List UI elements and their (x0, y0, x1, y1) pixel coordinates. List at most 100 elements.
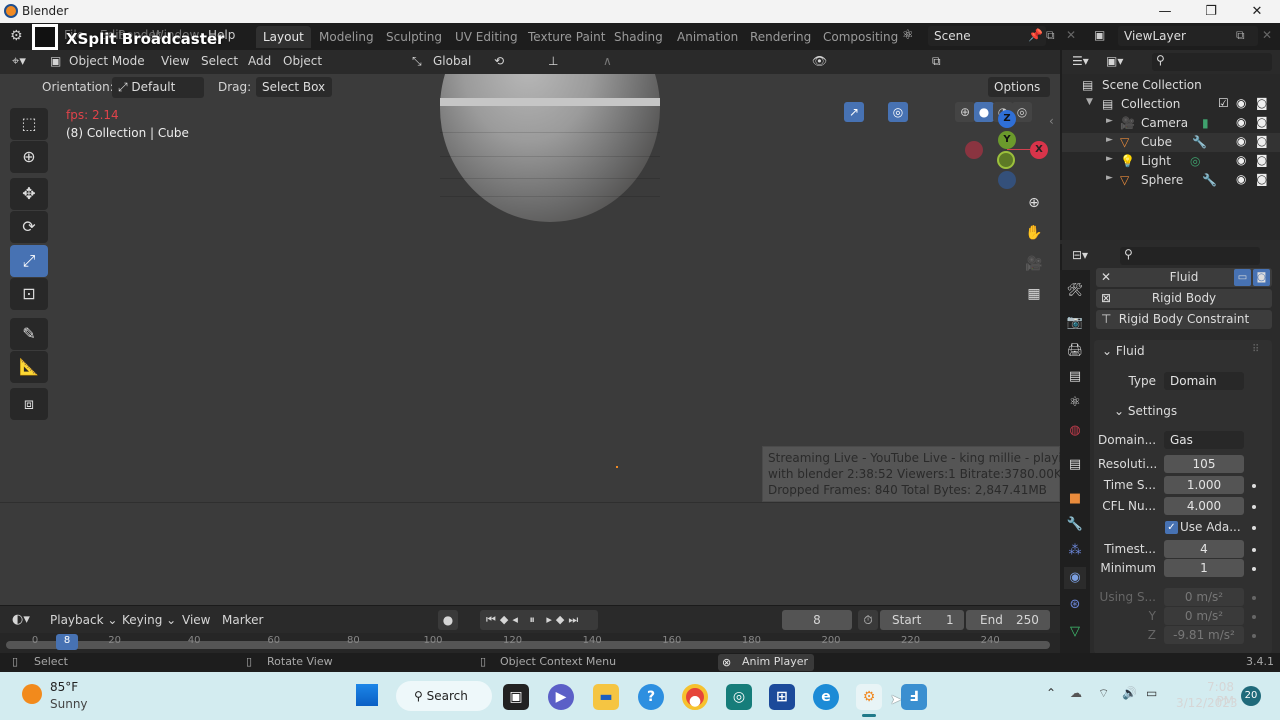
microsoft-store-icon[interactable]: ⊞ (769, 684, 795, 710)
keyframe-dot[interactable] (1252, 548, 1256, 552)
keyframe-dot[interactable] (1252, 634, 1256, 638)
expand-icon[interactable]: ► (1106, 116, 1113, 126)
overlay-toggle-icon[interactable]: ◎ (888, 102, 908, 122)
tab-layout[interactable]: Layout (256, 26, 311, 48)
pin-icon[interactable]: 📌 (1028, 28, 1043, 42)
render-tab-icon[interactable]: 📷 (1064, 312, 1086, 334)
weather-desc[interactable]: Sunny (50, 697, 88, 711)
cancel-job-icon[interactable]: ⊗ (722, 655, 731, 671)
volume-icon[interactable]: 🔊 (1122, 686, 1137, 700)
physics-tab-icon[interactable]: ◉ (1064, 567, 1086, 589)
show-viewport-icon[interactable]: ▭ (1234, 269, 1251, 286)
tab-animation[interactable]: Animation (670, 26, 745, 48)
transform-tool-icon[interactable]: ⊡ (10, 278, 48, 310)
tab-texture-paint[interactable]: Texture Paint (521, 26, 612, 48)
constraints-tab-icon[interactable]: ⊛ (1064, 594, 1086, 616)
scene-tab-icon[interactable]: ⚛ (1064, 392, 1086, 414)
tab-modeling[interactable]: Modeling (312, 26, 381, 48)
remove-view-layer-icon[interactable]: ✕ (1262, 28, 1272, 42)
new-view-layer-icon[interactable]: ⧉ (1236, 28, 1245, 43)
minimum-field[interactable]: 1 (1164, 559, 1244, 577)
scene-icon[interactable]: ⚛ (902, 28, 914, 43)
clock-date[interactable]: 3/12/2023 (1176, 696, 1238, 710)
gizmo-z-axis[interactable]: Z (998, 110, 1016, 128)
settings-subpanel-header[interactable]: ⌄ Settings (1114, 404, 1177, 418)
falloff-icon[interactable]: ∧ (603, 54, 612, 68)
orientation-selector[interactable]: ⤢ Default (112, 77, 204, 98)
gizmo-toggle-icon[interactable]: ↗ (844, 102, 864, 122)
visibility-eye-icon[interactable]: ◉ (1236, 134, 1246, 148)
keyframe-dot[interactable] (1252, 505, 1256, 509)
rotate-tool-icon[interactable]: ⟳ (10, 211, 48, 243)
object-data-tab-icon[interactable]: ▽ (1064, 621, 1086, 643)
sidebar-toggle-icon[interactable]: ‹ (1049, 114, 1054, 128)
minimize-button[interactable]: — (1142, 0, 1188, 23)
tool-tab-icon[interactable]: 🛠 (1064, 280, 1086, 302)
tips-icon[interactable]: ? (638, 684, 664, 710)
drag-selector[interactable]: Select Box (256, 77, 332, 97)
tab-sculpting[interactable]: Sculpting (379, 26, 449, 48)
tab-rendering[interactable]: Rendering (743, 26, 818, 48)
pan-hand-icon[interactable]: ✋ (1022, 221, 1046, 245)
start-frame-field[interactable]: Start 1 (880, 610, 964, 630)
add-cube-tool-icon[interactable]: ⧈ (10, 388, 48, 420)
battery-icon[interactable]: ▭ (1146, 686, 1157, 700)
view-layer-tab-icon[interactable]: ▤ (1064, 366, 1086, 388)
world-tab-icon[interactable]: ◍ (1064, 420, 1086, 442)
gizmo-neg-y-axis[interactable] (997, 151, 1015, 169)
snap-target-icon[interactable]: ⊥ (548, 54, 558, 68)
rigid-body-button[interactable]: ⊠ Rigid Body (1096, 289, 1272, 308)
mode-selector[interactable]: Object Mode (69, 54, 145, 68)
preview-range-icon[interactable]: ⏱ (858, 610, 878, 630)
gizmo-y-axis[interactable]: Y (998, 131, 1016, 149)
editor-type-icon[interactable]: ⌖▾ (12, 54, 26, 69)
scale-tool-icon[interactable]: ⤢ (10, 245, 48, 277)
visibility-eye-icon[interactable]: ◉ (1236, 153, 1246, 167)
menu-view[interactable]: View (161, 54, 189, 68)
annotate-tool-icon[interactable]: ✎ (10, 318, 48, 350)
outliner-item-light[interactable]: ► 💡 Light ◎ ◉ ◙ (1062, 152, 1280, 171)
weather-sun-icon[interactable] (22, 684, 42, 704)
expand-icon[interactable]: ► (1106, 154, 1113, 164)
onedrive-icon[interactable]: ☁ (1070, 686, 1082, 700)
resolution-field[interactable]: 105 (1164, 455, 1244, 473)
render-camera-icon[interactable]: ◙ (1256, 115, 1268, 129)
display-mode-icon[interactable]: ☰▾ (1072, 54, 1089, 68)
app-icon[interactable]: ◎ (726, 684, 752, 710)
outliner-scene-collection[interactable]: ▤ Scene Collection (1062, 76, 1280, 95)
current-frame-indicator[interactable]: 8 (56, 634, 78, 650)
xray-icon[interactable]: ⧉ (932, 54, 941, 69)
keyframe-dot[interactable] (1252, 596, 1256, 600)
modifier-tab-icon[interactable]: 🔧 (1064, 514, 1086, 536)
rigid-body-constraint-button[interactable]: ⊤ Rigid Body Constraint (1096, 310, 1272, 329)
measure-tool-icon[interactable]: 📐 (10, 351, 48, 383)
show-hidden-icons[interactable]: ⌃ (1046, 686, 1056, 700)
gravity-x-field[interactable]: 0 m/s² (1164, 588, 1244, 606)
timeline-editor-icon[interactable]: ◐▾ (12, 612, 30, 627)
domain-type-selector[interactable]: Gas (1164, 431, 1244, 449)
menu-add[interactable]: Add (248, 54, 271, 68)
taskbar-search[interactable]: ⚲ Search (396, 681, 492, 711)
render-camera-icon[interactable]: ◙ (1256, 134, 1268, 148)
use-adaptive-checkbox[interactable]: ✓ (1165, 521, 1178, 534)
outliner-item-sphere[interactable]: ► ▽ Sphere 🔧 ◉ ◙ (1062, 171, 1280, 190)
drag-handle-icon[interactable]: ⠿ (1252, 344, 1259, 355)
visibility-eye-icon[interactable]: ◉ (1236, 172, 1246, 186)
gravity-z-field[interactable]: -9.81 m/s² (1164, 626, 1244, 644)
tab-uv-editing[interactable]: UV Editing (448, 26, 525, 48)
close-window-button[interactable]: ✕ (1234, 0, 1280, 23)
current-frame-field[interactable]: 8 (782, 610, 852, 630)
anim-player-job[interactable]: ⊗ Anim Player (718, 654, 814, 671)
gravity-y-field[interactable]: 0 m/s² (1164, 607, 1244, 625)
fluid-panel-header[interactable]: ⌄ Fluid (1102, 344, 1145, 358)
new-scene-icon[interactable]: ⧉ (1046, 28, 1055, 43)
filter-icon[interactable]: ▣▾ (1106, 54, 1123, 68)
solid-shading-icon[interactable]: ● (974, 102, 994, 122)
object-tab-icon[interactable]: ■ (1064, 488, 1086, 510)
render-camera-icon[interactable]: ◙ (1256, 96, 1268, 110)
sphere-object[interactable] (440, 74, 660, 224)
tab-compositing[interactable]: Compositing (816, 26, 905, 48)
outliner-item-cube[interactable]: ► ▽ Cube 🔧 ◉ ◙ (1062, 133, 1280, 152)
fluid-physics-button[interactable]: ✕ Fluid ▭ ◙ (1096, 268, 1272, 287)
teams-icon[interactable]: ▶ (548, 684, 574, 710)
